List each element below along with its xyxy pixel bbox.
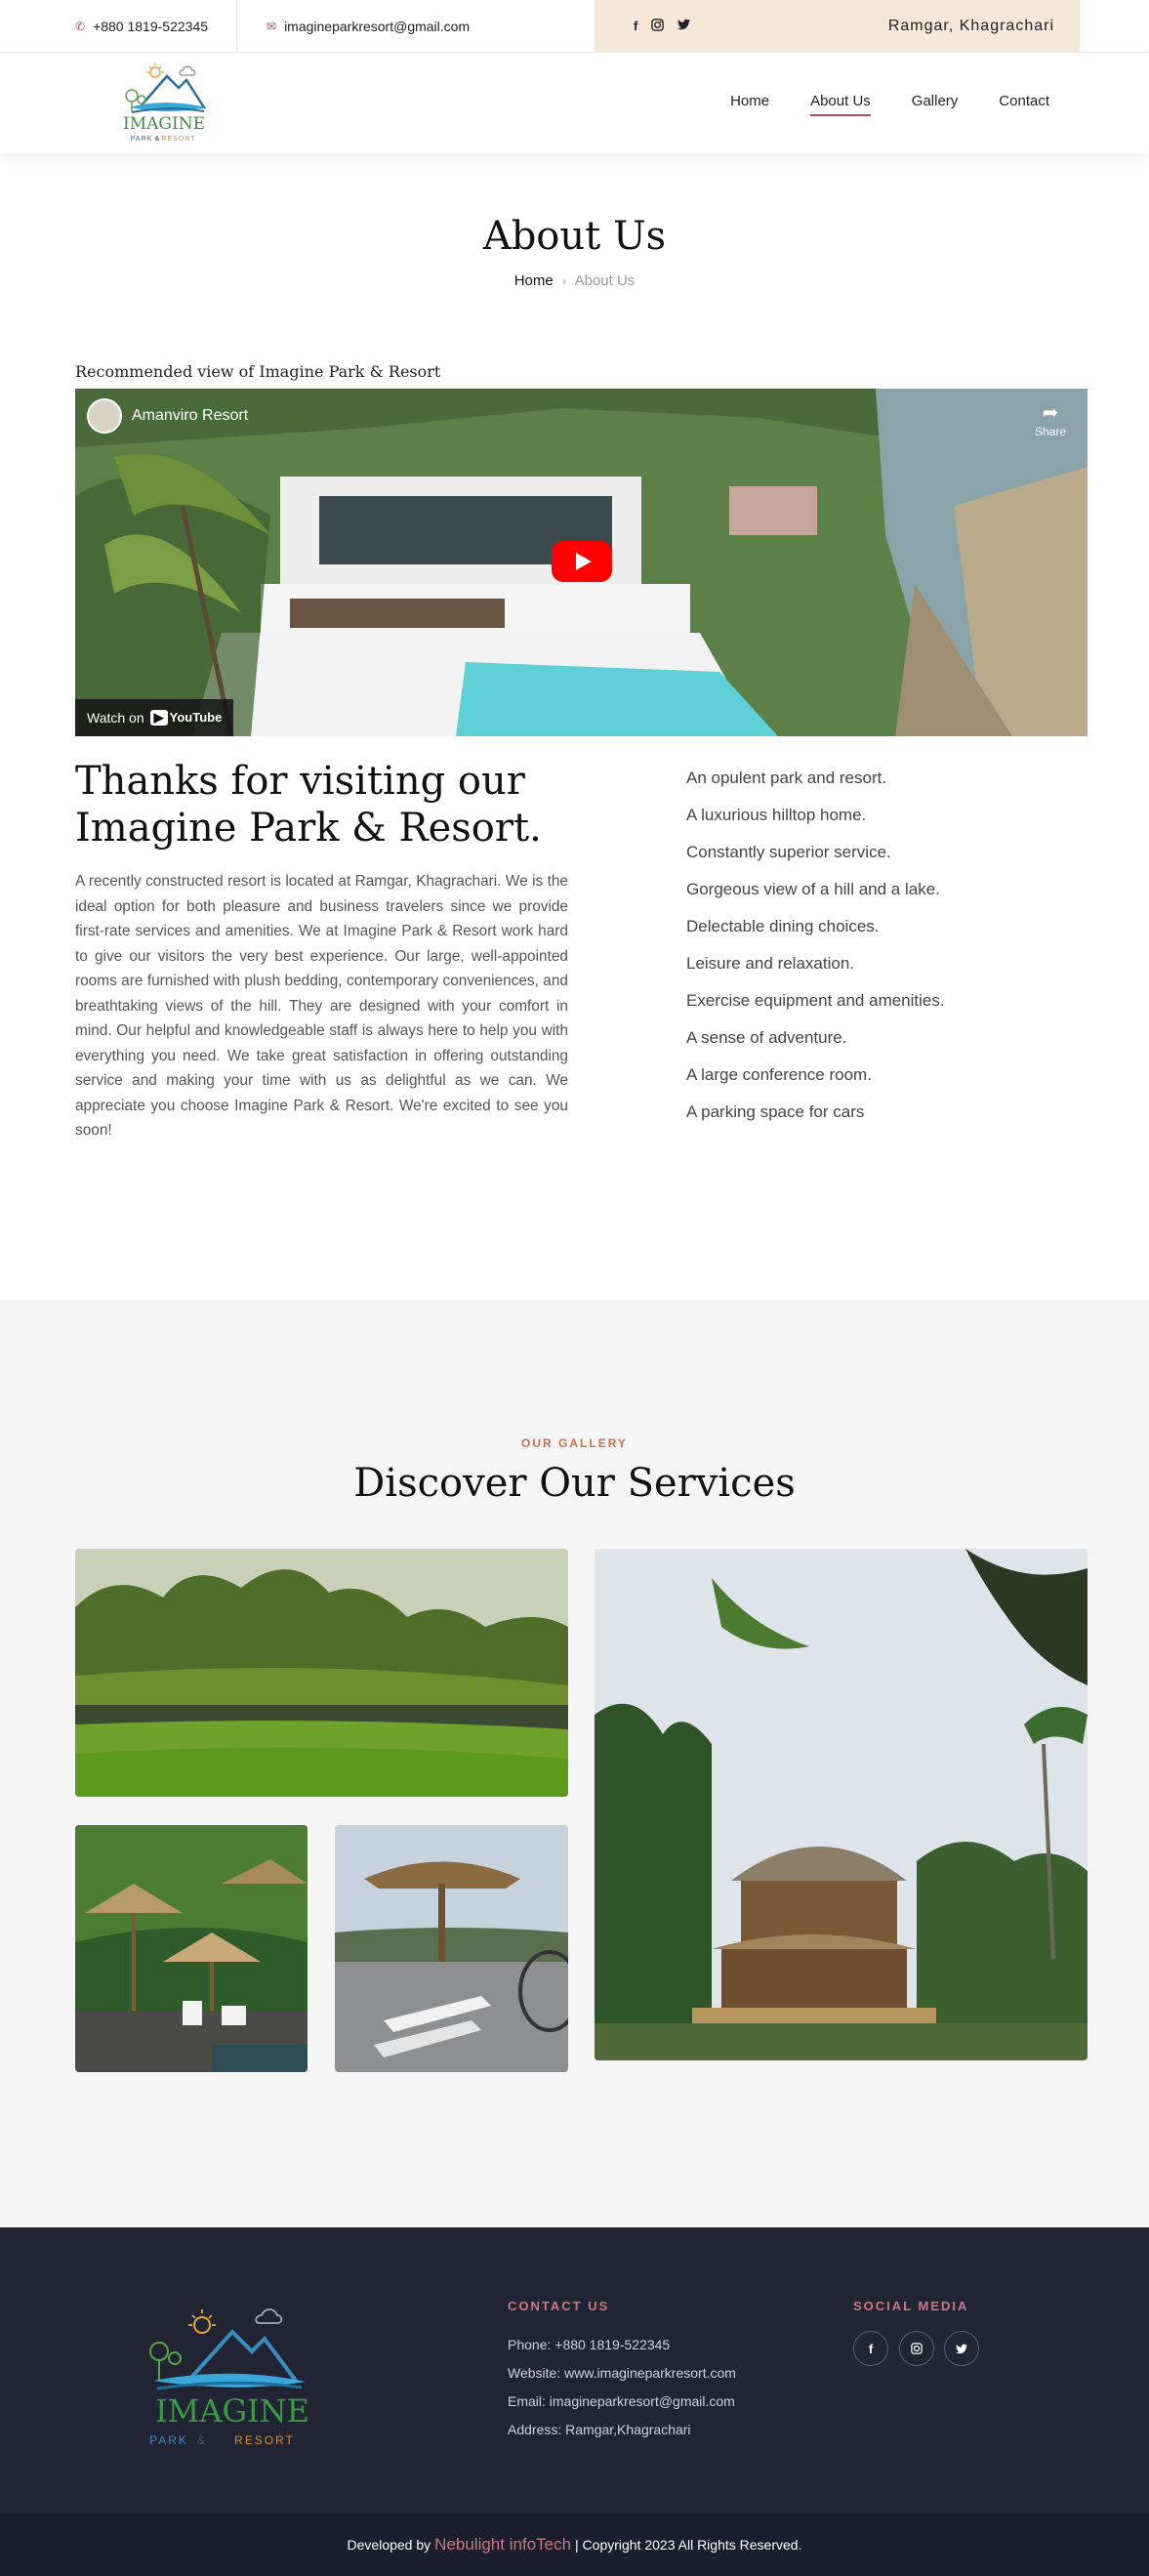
breadcrumb: Home › About Us (0, 272, 1149, 289)
nav-gallery[interactable]: Gallery (912, 93, 959, 113)
feature-item: Constantly superior service. (686, 843, 891, 861)
gallery-section: OUR GALLERY Discover Our Services (0, 1300, 1149, 2227)
topbar-phone-text: +880 1819-522345 (93, 18, 209, 34)
channel-name: Amanviro Resort (132, 407, 249, 424)
logo-sub2: RESORT (161, 136, 195, 143)
video-section: Recommended view of Imagine Park & Resor… (75, 362, 1087, 736)
envelope-icon: ✉ (267, 19, 277, 33)
gallery-image-huts[interactable] (75, 1825, 308, 2072)
footer-address: Address: Ramgar,Khagrachari (508, 2422, 691, 2437)
topbar-phone[interactable]: ✆ +880 1819-522345 (75, 0, 237, 52)
footer-contact-heading: CONTACT US (508, 2299, 610, 2313)
video-channel[interactable]: Amanviro Resort (87, 398, 248, 434)
feature-item: Exercise equipment and amenities. (686, 991, 945, 1010)
share-label: Share (1034, 425, 1066, 438)
chevron-right-icon: › (561, 273, 567, 288)
footer-social-heading: SOCIAL MEDIA (853, 2299, 969, 2313)
intro-text: A recently constructed resort is located… (75, 873, 568, 1139)
copyright-bar: Developed by Nebulight infoTech | Copyri… (0, 2514, 1149, 2576)
nav-contact[interactable]: Contact (999, 93, 1049, 113)
feature-item: A parking space for cars (686, 1102, 865, 1121)
nav-home[interactable]: Home (730, 93, 769, 113)
page-title: About Us (482, 214, 667, 259)
feature-item: An opulent park and resort. (686, 769, 887, 787)
gallery-title: Discover Our Services (353, 1461, 796, 1506)
topbar-email[interactable]: ✉ imagineparkresort@gmail.com (237, 0, 470, 52)
intro-title: Thanks for visiting our Imagine Park & R… (75, 759, 542, 851)
feature-item: Gorgeous view of a hill and a lake. (686, 880, 940, 898)
phone-icon: ✆ (75, 19, 86, 33)
copyright-prefix: Developed by (347, 2537, 431, 2553)
gallery-image-lake[interactable] (75, 1549, 568, 1797)
feature-item: Leisure and relaxation. (686, 954, 855, 973)
feature-item: A large conference room. (686, 1065, 872, 1084)
topbar-location: Ramgar, Khagrachari (887, 18, 1054, 34)
logo-sub1: PARK (131, 136, 153, 143)
watch-on-label: Watch on (87, 710, 144, 726)
developer-link[interactable]: Nebulight infoTech (434, 2535, 571, 2555)
footer-logo-sub2: RESORT (234, 2433, 295, 2447)
channel-avatar (87, 398, 122, 434)
page-header: About Us Home › About Us (0, 153, 1149, 362)
nav-about-us[interactable]: About Us (810, 93, 871, 116)
gallery-image-loungers[interactable] (335, 1825, 568, 2072)
feature-item: Delectable dining choices. (686, 917, 880, 935)
instagram-icon[interactable] (899, 2331, 934, 2366)
youtube-embed[interactable]: Amanviro Resort ➦ Share Watch on ▶ YouTub… (75, 389, 1087, 736)
instagram-icon[interactable] (651, 19, 665, 34)
breadcrumb-current: About Us (574, 272, 636, 289)
gallery-eyebrow: OUR GALLERY (521, 1436, 628, 1450)
breadcrumb-home[interactable]: Home (514, 272, 554, 289)
footer-email[interactable]: Email: imagineparkresort@gmail.com (508, 2393, 735, 2409)
feature-item: A sense of adventure. (686, 1028, 847, 1047)
youtube-logo-text: YouTube (169, 710, 223, 725)
twitter-icon[interactable] (944, 2331, 979, 2366)
features-list: An opulent park and resort. A luxurious … (686, 760, 945, 1300)
footer-logo-amp: & (197, 2433, 205, 2447)
share-button[interactable]: ➦ Share (1035, 400, 1066, 438)
footer-phone[interactable]: Phone: +880 1819-522345 (508, 2337, 670, 2352)
copyright-suffix: | Copyright 2023 All Rights Reserved. (575, 2537, 802, 2553)
footer-website[interactable]: Website: www.imagineparkresort.com (508, 2365, 736, 2381)
watch-on-youtube-button[interactable]: Watch on ▶ YouTube (75, 699, 234, 736)
nav-menu: Home About Us Gallery Contact (730, 53, 1049, 153)
footer-logo-word: IMAGINE (155, 2392, 309, 2430)
feature-item: A luxurious hilltop home. (686, 806, 867, 824)
logo-amp: & (155, 136, 160, 143)
topbar-highlight: f Ramgar, Khagrachari (595, 0, 1080, 53)
footer-logo-sub1: PARK (149, 2433, 188, 2447)
youtube-logo-icon: ▶ YouTube (149, 710, 223, 726)
site-footer: IMAGINE PARK & RESORT CONTACT US Phone: … (0, 2227, 1149, 2514)
facebook-icon[interactable]: f (853, 2331, 888, 2366)
footer-logo[interactable]: IMAGINE PARK & RESORT (140, 2298, 325, 2454)
site-logo[interactable]: IMAGINE PARK & RESORT (110, 59, 218, 148)
play-button[interactable] (552, 541, 612, 582)
logo-word: IMAGINE (123, 114, 205, 134)
main-navbar: IMAGINE PARK & RESORT Home About Us Gall… (0, 53, 1149, 153)
about-intro: Thanks for visiting our Imagine Park & R… (75, 758, 1087, 1300)
share-icon: ➦ (1042, 402, 1059, 424)
gallery-image-bamboo-house[interactable] (595, 1549, 1087, 2060)
topbar-email-text: imagineparkresort@gmail.com (284, 18, 471, 34)
video-caption: Recommended view of Imagine Park & Resor… (75, 362, 441, 381)
facebook-icon[interactable]: f (634, 19, 637, 34)
twitter-icon[interactable] (677, 19, 691, 34)
top-bar: ✆ +880 1819-522345 ✉ imagineparkresort@g… (0, 0, 1149, 53)
